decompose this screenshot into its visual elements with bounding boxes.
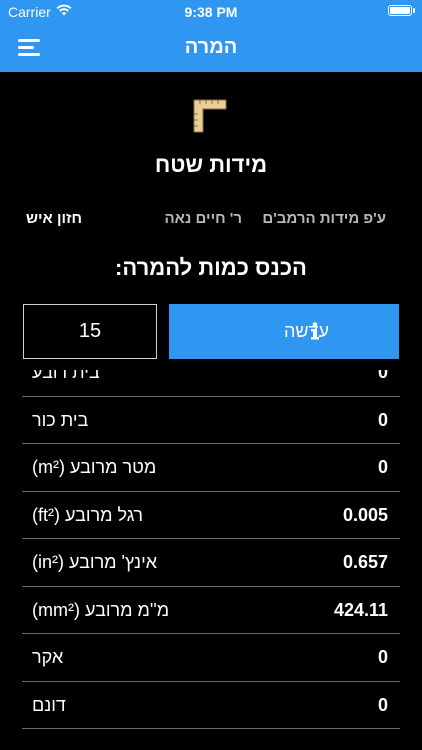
page-title: המרה <box>184 36 238 58</box>
result-row: 424.11 מ''מ מרובע (mm²) <box>22 587 400 634</box>
result-value: 0 <box>377 370 388 382</box>
status-bar: Carrier 9:38 PM <box>0 0 422 24</box>
result-row: 0 מטר מרובע (m²) <box>22 444 400 492</box>
result-value: 0 <box>377 694 388 715</box>
unit-select-button[interactable]: עדשה <box>169 304 399 359</box>
result-value: 424.11 <box>333 599 388 620</box>
tab-chazon-ish[interactable]: חזון איש <box>26 210 82 227</box>
tab-chaim-noeh[interactable]: ר' חיים נאה <box>165 210 242 227</box>
quantity-input[interactable] <box>23 304 157 359</box>
method-tabs: ע'פ מידות הרמב'ם ר' חיים נאה חזון איש <box>0 210 422 234</box>
result-value: 0 <box>377 647 388 667</box>
section-title: מידות שטח <box>154 152 268 177</box>
battery-icon <box>388 5 415 16</box>
result-row: 0.005 רגל מרובע (ft²) <box>22 492 400 539</box>
result-unit: מטר מרובע (m²) <box>32 457 157 477</box>
result-row: 0 אקר <box>22 634 400 682</box>
result-row: 0 בית רובע <box>22 370 400 397</box>
info-icon <box>311 322 319 340</box>
result-row: 0.657 אינץ' מרובע (in²) <box>22 539 400 587</box>
result-unit: מ''מ מרובע (mm²) <box>32 599 170 620</box>
result-value: 0.005 <box>342 504 388 525</box>
result-row: 0 דונם <box>22 682 400 729</box>
ruler-icon <box>193 99 227 133</box>
result-value: 0.657 <box>342 552 388 572</box>
result-row: 0 בית כור <box>22 397 400 444</box>
tab-rambam[interactable]: ע'פ מידות הרמב'ם <box>262 210 386 227</box>
conversion-prompt: הכנס כמות להמרה: <box>115 255 307 280</box>
result-unit: רגל מרובע (ft²) <box>32 504 144 525</box>
result-value: 0 <box>377 409 388 430</box>
result-unit: בית רובע <box>32 370 100 382</box>
result-unit: אקר <box>32 647 64 667</box>
result-unit: בית כור <box>32 409 89 430</box>
result-unit: דונם <box>32 694 66 715</box>
result-unit: אינץ' מרובע (in²) <box>32 552 158 572</box>
clock: 9:38 PM <box>184 4 238 20</box>
results-list[interactable]: 0 בית רובע 0 בית כור 0 מטר מרובע (m²) 0.… <box>0 370 422 750</box>
result-value: 0 <box>377 457 388 477</box>
nav-bar: המרה <box>0 24 422 72</box>
